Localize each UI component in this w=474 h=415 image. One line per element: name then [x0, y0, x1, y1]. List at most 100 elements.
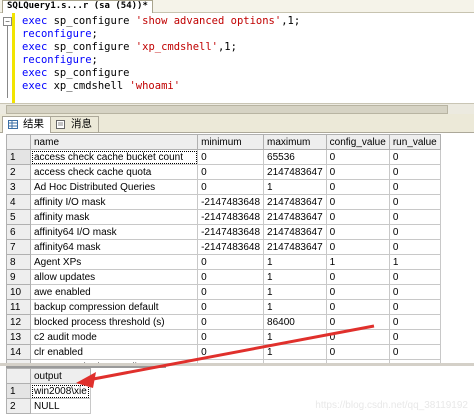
- table-cell[interactable]: awe enabled: [29, 284, 199, 300]
- table-cell[interactable]: Agent XPs: [29, 254, 199, 270]
- tab-results[interactable]: 结果: [2, 116, 51, 133]
- table-cell[interactable]: 1: [263, 329, 327, 345]
- table-cell[interactable]: 0: [388, 179, 441, 195]
- table-cell[interactable]: 1: [263, 254, 327, 270]
- table-row[interactable]: 14 clr enabled 0 1 0 0: [6, 344, 441, 360]
- table-cell[interactable]: 2147483647: [263, 164, 327, 180]
- table-cell[interactable]: -2147483648: [197, 224, 265, 240]
- table-cell[interactable]: 0: [325, 344, 390, 360]
- table-row[interactable]: 4 affinity I/O mask -2147483648 2147483647 0…: [6, 194, 441, 210]
- table-cell[interactable]: 0: [388, 269, 441, 285]
- table-cell[interactable]: 0: [388, 194, 441, 210]
- table-row[interactable]: 9 allow updates 0 1 0 0: [6, 269, 441, 285]
- table-cell[interactable]: 0: [388, 164, 441, 180]
- results-grid-output[interactable]: output 1 win2008\xie 2 NULL: [6, 366, 166, 414]
- row-number[interactable]: 6: [6, 224, 31, 240]
- table-cell[interactable]: 0: [197, 164, 265, 180]
- table-cell[interactable]: 0: [197, 179, 265, 195]
- table-cell[interactable]: 0: [197, 269, 265, 285]
- code-line[interactable]: exec sp_configure: [22, 67, 300, 80]
- table-cell[interactable]: 0: [325, 164, 390, 180]
- code-line[interactable]: exec sp_configure 'xp_cmdshell',1;: [22, 41, 300, 54]
- table-row[interactable]: 12 blocked process threshold (s) 0 86400 0 0: [6, 314, 441, 330]
- column-header[interactable]: config_value: [325, 134, 390, 150]
- table-cell[interactable]: 2147483647: [263, 194, 327, 210]
- row-number[interactable]: 11: [6, 299, 31, 315]
- query-document-tab[interactable]: SQLQuery1.s...r (sa (54))*: [2, 0, 153, 13]
- table-cell[interactable]: 65536: [263, 149, 327, 165]
- table-row[interactable]: 11 backup compression default 0 1 0 0: [6, 299, 441, 315]
- column-header[interactable]: output: [30, 368, 91, 384]
- collapse-icon[interactable]: −: [3, 17, 12, 26]
- table-cell[interactable]: 0: [197, 314, 265, 330]
- code-line[interactable]: exec xp_cmdshell 'whoami': [22, 80, 300, 93]
- table-cell[interactable]: 0: [197, 149, 265, 165]
- table-cell[interactable]: Ad Hoc Distributed Queries: [29, 179, 199, 195]
- table-cell[interactable]: affinity I/O mask: [29, 194, 199, 210]
- table-row[interactable]: 8 Agent XPs 0 1 1 1: [6, 254, 441, 270]
- column-header[interactable]: minimum: [197, 134, 265, 150]
- table-cell[interactable]: 0: [325, 149, 390, 165]
- row-number[interactable]: 1: [6, 383, 31, 399]
- row-number[interactable]: 8: [6, 254, 31, 270]
- table-cell[interactable]: 0: [388, 239, 441, 255]
- table-row[interactable]: 1 win2008\xie: [6, 383, 91, 399]
- table-cell[interactable]: allow updates: [29, 269, 199, 285]
- table-row[interactable]: 6 affinity64 I/O mask -2147483648 214748364…: [6, 224, 441, 240]
- editor-horizontal-scrollbar[interactable]: [0, 103, 474, 114]
- table-cell[interactable]: 1: [263, 299, 327, 315]
- row-number[interactable]: 7: [6, 239, 31, 255]
- table-cell[interactable]: blocked process threshold (s): [29, 314, 199, 330]
- code-text[interactable]: exec sp_configure 'show advanced options…: [22, 15, 300, 93]
- table-cell[interactable]: -2147483648: [197, 209, 265, 225]
- table-cell[interactable]: 1: [263, 344, 327, 360]
- table-cell[interactable]: 0: [325, 269, 390, 285]
- table-cell[interactable]: 0: [325, 284, 390, 300]
- table-cell[interactable]: 1: [263, 284, 327, 300]
- row-number[interactable]: 1: [6, 149, 31, 165]
- column-header[interactable]: run_value: [388, 134, 441, 150]
- table-cell[interactable]: 1: [263, 269, 327, 285]
- code-line[interactable]: reconfigure;: [22, 54, 300, 67]
- table-cell[interactable]: -2147483648: [197, 194, 265, 210]
- table-cell[interactable]: 0: [388, 344, 441, 360]
- column-header[interactable]: maximum: [263, 134, 327, 150]
- table-row[interactable]: 7 affinity64 mask -2147483648 2147483647 0 0: [6, 239, 441, 255]
- table-cell[interactable]: backup compression default: [29, 299, 199, 315]
- table-cell[interactable]: 0: [388, 209, 441, 225]
- table-cell[interactable]: 0: [197, 284, 265, 300]
- table-cell[interactable]: clr enabled: [29, 344, 199, 360]
- table-cell[interactable]: 0: [325, 329, 390, 345]
- query-editor[interactable]: − exec sp_configure 'show advanced optio…: [0, 13, 474, 103]
- table-cell[interactable]: 0: [388, 284, 441, 300]
- row-number[interactable]: 2: [6, 398, 31, 414]
- table-cell[interactable]: 2147483647: [263, 224, 327, 240]
- table-cell[interactable]: 2147483647: [263, 239, 327, 255]
- table-cell[interactable]: 0: [325, 314, 390, 330]
- code-line[interactable]: exec sp_configure 'show advanced options…: [22, 15, 300, 28]
- table-cell[interactable]: affinity mask: [29, 209, 199, 225]
- row-number[interactable]: 10: [6, 284, 31, 300]
- column-header[interactable]: [6, 368, 31, 384]
- table-cell[interactable]: access check cache quota: [29, 164, 199, 180]
- table-cell[interactable]: 0: [197, 299, 265, 315]
- table-cell[interactable]: 0: [325, 224, 390, 240]
- table-cell[interactable]: 0: [325, 239, 390, 255]
- table-cell[interactable]: 0: [325, 194, 390, 210]
- table-cell[interactable]: -2147483648: [197, 239, 265, 255]
- table-row[interactable]: 3 Ad Hoc Distributed Queries 0 1 0 0: [6, 179, 441, 195]
- table-cell[interactable]: 0: [325, 179, 390, 195]
- table-cell[interactable]: 0: [388, 149, 441, 165]
- table-cell[interactable]: 2147483647: [263, 209, 327, 225]
- code-line[interactable]: reconfigure;: [22, 28, 300, 41]
- row-number[interactable]: 4: [6, 194, 31, 210]
- table-cell[interactable]: 0: [388, 314, 441, 330]
- table-cell[interactable]: 0: [388, 299, 441, 315]
- table-cell[interactable]: NULL: [30, 398, 91, 414]
- table-cell[interactable]: 0: [325, 299, 390, 315]
- row-number[interactable]: 12: [6, 314, 31, 330]
- table-row[interactable]: 5 affinity mask -2147483648 2147483647 0 0: [6, 209, 441, 225]
- table-cell[interactable]: 1: [263, 179, 327, 195]
- table-row[interactable]: 1 access check cache bucket count 0 65536 0 0: [6, 149, 441, 165]
- row-number[interactable]: 3: [6, 179, 31, 195]
